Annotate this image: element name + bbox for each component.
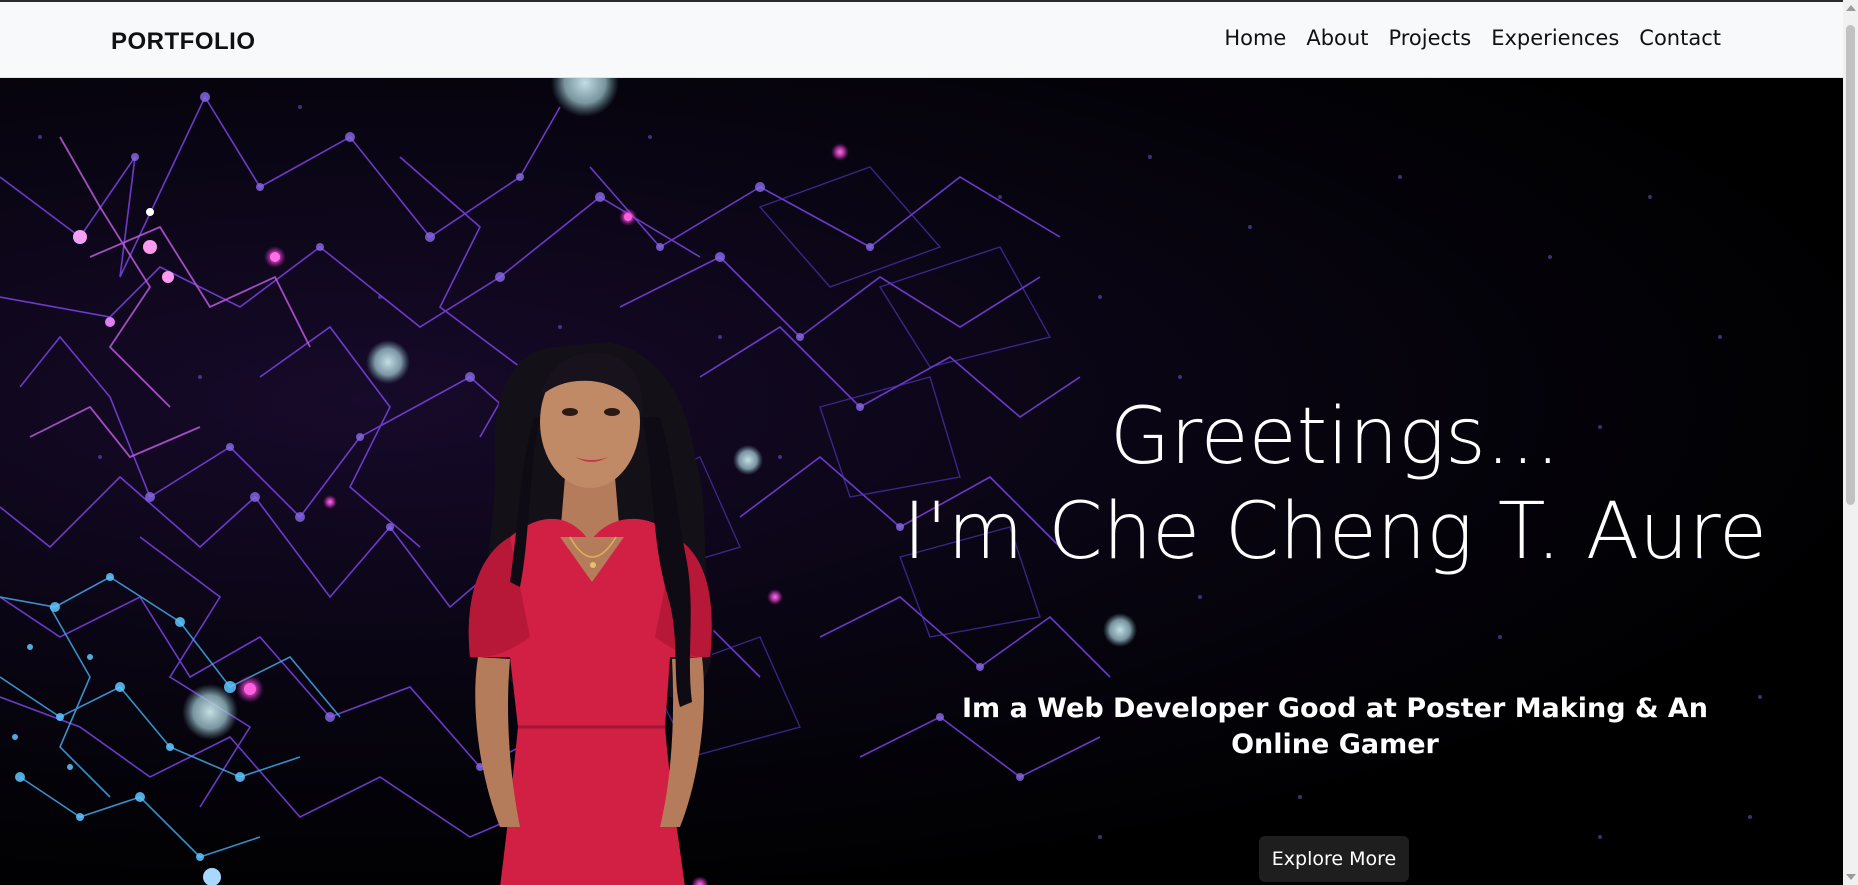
nav-links: Home About Projects Experiences Contact xyxy=(1224,26,1721,50)
portrait-image xyxy=(468,342,714,885)
scrollbar-thumb[interactable] xyxy=(1846,25,1855,505)
greeting-line-1: Greetings... xyxy=(1109,392,1561,482)
nav-link-about[interactable]: About xyxy=(1306,26,1368,50)
scroll-up-arrow-icon[interactable] xyxy=(1846,5,1856,11)
portfolio-page: PORTFOLIO Home About Projects Experience… xyxy=(0,2,1843,885)
scroll-down-arrow-icon[interactable] xyxy=(1846,874,1856,880)
page-scrollbar[interactable] xyxy=(1843,0,1858,885)
hero-greeting: Greetings... I'm Che Cheng T. Aure xyxy=(900,390,1770,580)
nav-link-experiences[interactable]: Experiences xyxy=(1491,26,1619,50)
explore-more-button[interactable]: Explore More xyxy=(1259,836,1409,882)
greeting-name-line: I'm Che Cheng T. Aure xyxy=(903,487,1767,577)
hero-tagline: Im a Web Developer Good at Poster Making… xyxy=(961,693,1709,760)
nav-link-contact[interactable]: Contact xyxy=(1639,26,1721,50)
hero-section: Greetings... I'm Che Cheng T. Aure Im a … xyxy=(0,77,1843,885)
brand-logo[interactable]: PORTFOLIO xyxy=(111,28,256,56)
nav-link-home[interactable]: Home xyxy=(1224,26,1286,50)
navbar: PORTFOLIO Home About Projects Experience… xyxy=(0,2,1843,78)
nav-link-projects[interactable]: Projects xyxy=(1388,26,1471,50)
